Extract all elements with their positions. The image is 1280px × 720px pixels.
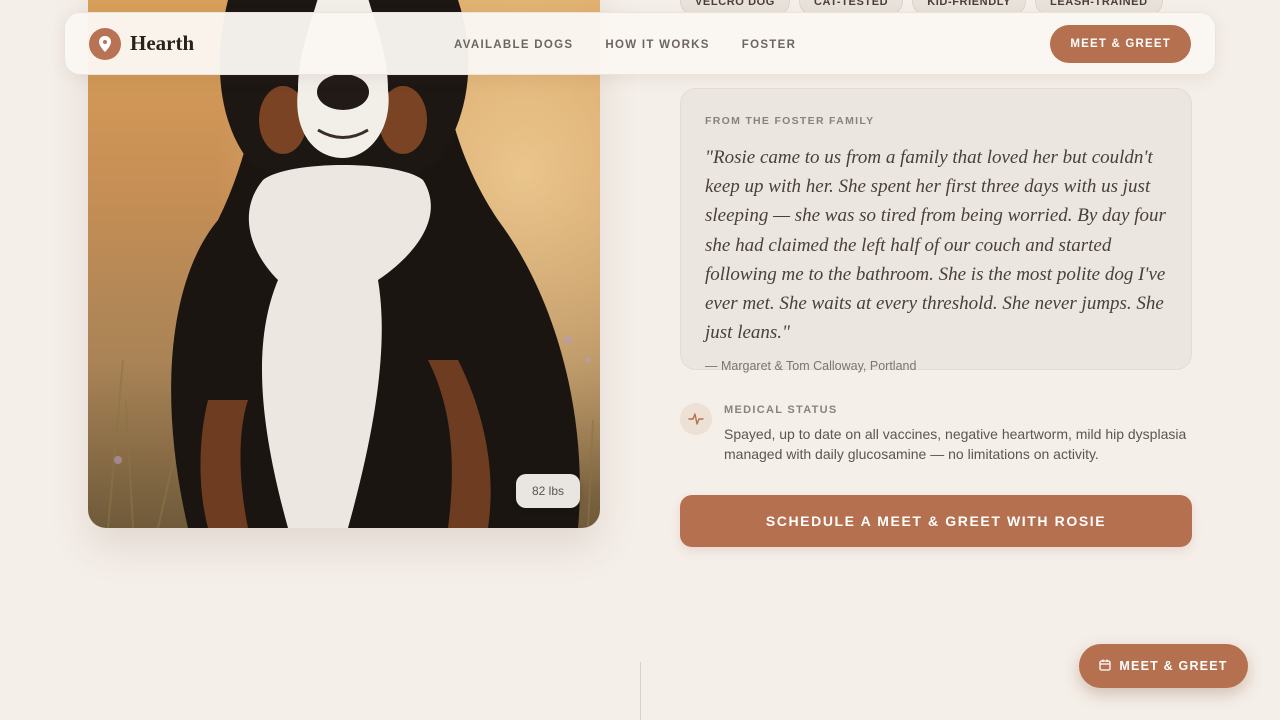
nav-link-foster[interactable]: FOSTER — [742, 39, 796, 51]
heartbeat-icon — [680, 403, 712, 435]
testimonial-quote: "Rosie came to us from a family that lov… — [705, 147, 1166, 344]
nav-links: AVAILABLE DOGS HOW IT WORKS FOSTER — [454, 13, 796, 76]
nav-meet-greet-button[interactable]: MEET & GREET — [1050, 25, 1191, 63]
testimonial-author: — Margaret & Tom Calloway, Portland — [705, 359, 917, 374]
schedule-meet-greet-button[interactable]: SCHEDULE A MEET & GREET WITH ROSIE — [680, 495, 1192, 547]
dog-photo: 82 lbs — [88, 0, 600, 528]
nav-link-available-dogs[interactable]: AVAILABLE DOGS — [454, 39, 573, 51]
weight-badge: 82 lbs — [515, 474, 580, 508]
top-nav: Hearth AVAILABLE DOGS HOW IT WORKS FOSTE… — [64, 12, 1216, 75]
calendar-icon — [1099, 659, 1112, 674]
medical-text: Spayed, up to date on all vaccines, nega… — [724, 426, 1187, 462]
medical-title: MEDICAL STATUS — [724, 404, 838, 416]
brand-logo[interactable]: Hearth — [89, 27, 195, 60]
medical-status: MEDICAL STATUS Spayed, up to date on all… — [680, 403, 1192, 464]
floating-cta-label: MEET & GREET — [1119, 659, 1228, 673]
dog-photo-illustration — [88, 0, 600, 528]
testimonial-eyebrow: FROM THE FOSTER FAMILY — [705, 115, 875, 127]
divider — [640, 662, 641, 720]
foster-testimonial: FROM THE FOSTER FAMILY "Rosie came to us… — [680, 88, 1192, 374]
floating-meet-greet-button[interactable]: MEET & GREET — [1079, 644, 1248, 688]
brand-name: Hearth — [130, 31, 195, 55]
nav-link-how-it-works[interactable]: HOW IT WORKS — [605, 39, 709, 51]
map-pin-icon — [89, 27, 121, 60]
